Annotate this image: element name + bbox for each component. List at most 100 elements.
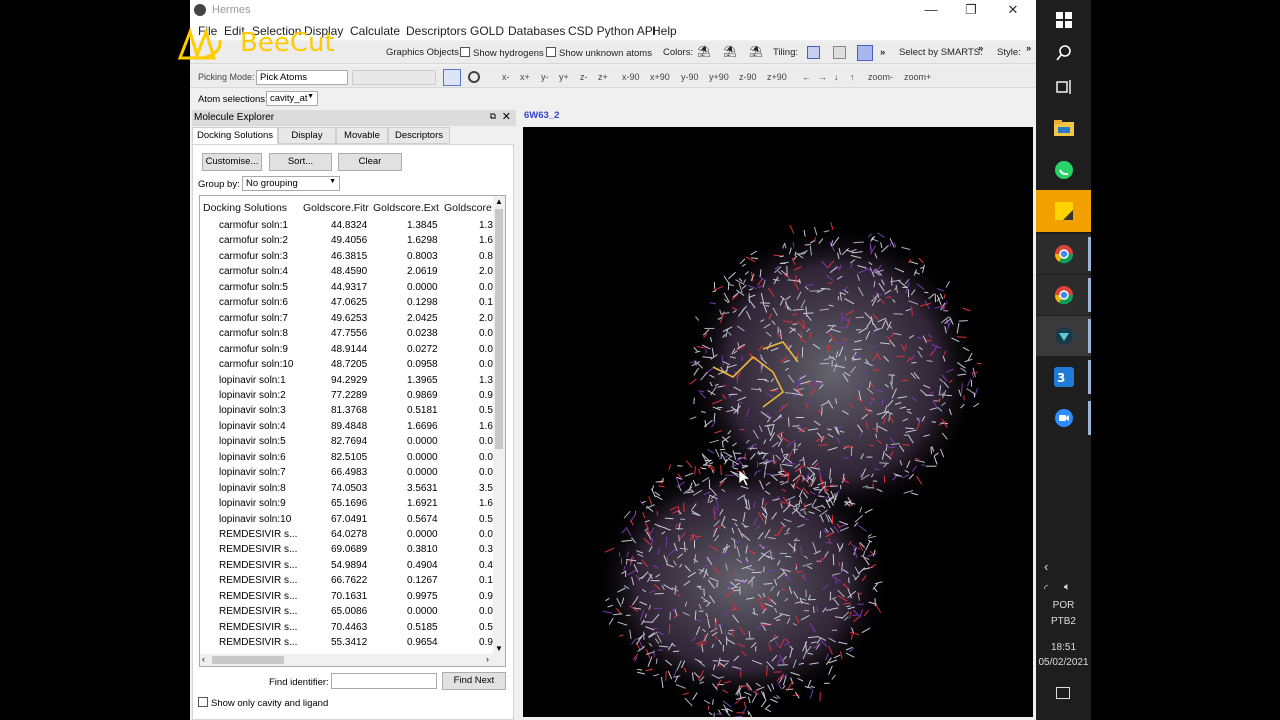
group-by-select[interactable]: No grouping ▼ [242, 176, 340, 191]
file-explorer-icon[interactable] [1036, 108, 1091, 148]
show-only-cavity-checkbox[interactable]: Show only cavity and ligand [198, 697, 328, 709]
table-row[interactable]: lopinavir soln:6 82.5105 0.0000 0.0 [200, 450, 495, 465]
column-header-ext[interactable]: Goldscore.Ext [373, 202, 439, 214]
show-hidden-icons-chevron[interactable]: ‹ [1044, 559, 1048, 574]
color-scheme-icon[interactable]: ⛱ [697, 45, 711, 58]
table-row[interactable]: REMDESIVIR s... 64.0278 0.0000 0.0 [200, 527, 495, 542]
table-row[interactable]: REMDESIVIR s... 70.4463 0.5185 0.5 [200, 620, 495, 635]
volume-icon[interactable]: 🔈︎ [1064, 581, 1071, 594]
rotate-z-plus-90[interactable]: z+90 [767, 72, 787, 82]
table-row[interactable]: carmofur soln:4 48.4590 2.0619 2.0 [200, 264, 495, 279]
molecule-3d-viewer[interactable] [523, 127, 1033, 720]
graphics-objects-button[interactable]: Graphics Objects [386, 47, 459, 58]
table-row[interactable]: carmofur soln:8 47.7556 0.0238 0.0 [200, 326, 495, 341]
menu-csd-python-api[interactable]: CSD Python API [568, 24, 656, 38]
color-scheme-icon[interactable]: ⛱ [723, 45, 737, 58]
maximize-button[interactable]: ❐ [950, 0, 992, 22]
table-row[interactable]: REMDESIVIR s... 66.7622 0.1267 0.1 [200, 573, 495, 588]
table-row[interactable]: carmofur soln:1 44.8324 1.3845 1.3 [200, 218, 495, 233]
find-next-button[interactable]: Find Next [442, 672, 506, 690]
scroll-left-icon[interactable]: ‹ [202, 654, 205, 664]
whatsapp-icon[interactable] [1036, 150, 1091, 190]
scroll-down-icon[interactable]: ▼ [495, 644, 503, 653]
pick-tool-icon[interactable] [443, 69, 461, 86]
hermes-app-icon[interactable] [1036, 316, 1091, 356]
more-icon[interactable]: » [1026, 43, 1031, 54]
menu-gold[interactable]: GOLD [470, 24, 504, 38]
network-icon[interactable]: ◜ [1044, 582, 1048, 595]
close-icon[interactable]: ✕ [502, 110, 511, 123]
more-icon[interactable]: » [978, 43, 983, 54]
move-left-icon[interactable]: ← [802, 72, 811, 82]
move-right-icon[interactable]: → [818, 72, 827, 82]
tab-docking-solutions[interactable]: Docking Solutions [192, 127, 278, 144]
scroll-thumb[interactable] [212, 656, 284, 664]
tab-descriptors[interactable]: Descriptors [388, 127, 450, 144]
show-unknown-atoms-checkbox[interactable]: Show unknown atoms [546, 47, 652, 59]
table-row[interactable]: lopinavir soln:1 94.2929 1.3965 1.3 [200, 373, 495, 388]
scroll-thumb[interactable] [495, 209, 503, 449]
rotate-y-plus-90[interactable]: y+90 [709, 72, 729, 82]
rotate-z-minus[interactable]: z- [580, 72, 588, 82]
rotate-x-plus-90[interactable]: x+90 [650, 72, 670, 82]
horizontal-scrollbar[interactable]: ‹ › [200, 654, 505, 666]
rotate-x-minus-90[interactable]: x-90 [622, 72, 640, 82]
table-row[interactable]: carmofur soln:6 47.0625 0.1298 0.1 [200, 295, 495, 310]
vertical-scrollbar[interactable]: ▲ ▼ [493, 196, 505, 654]
zoom-in-button[interactable]: zoom+ [904, 72, 931, 82]
search-icon[interactable] [468, 71, 480, 83]
picking-mode-select[interactable]: Pick Atoms [256, 70, 348, 85]
table-row[interactable]: REMDESIVIR s... 70.1631 0.9975 0.9 [200, 589, 495, 604]
tiling-grid-icon[interactable] [807, 46, 820, 59]
viewer-tab[interactable]: 6W63_2 [524, 110, 559, 121]
rotate-x-minus[interactable]: x- [502, 72, 510, 82]
language-indicator[interactable]: POR [1036, 600, 1091, 611]
rotate-y-minus[interactable]: y- [541, 72, 549, 82]
table-row[interactable]: carmofur soln:5 44.9317 0.0000 0.0 [200, 280, 495, 295]
rotate-y-plus[interactable]: y+ [559, 72, 569, 82]
minimize-button[interactable]: — [910, 0, 952, 22]
more-icon[interactable]: » [880, 47, 885, 58]
move-down-icon[interactable]: ↓ [834, 72, 839, 82]
zoom-out-button[interactable]: zoom- [868, 72, 893, 82]
menu-help[interactable]: Help [652, 24, 677, 38]
menu-databases[interactable]: Databases [508, 24, 565, 38]
tab-movable[interactable]: Movable [336, 127, 388, 144]
table-row[interactable]: REMDESIVIR s... 54.9894 0.4904 0.4 [200, 558, 495, 573]
move-up-icon[interactable]: ↑ [850, 72, 855, 82]
sticky-notes-icon[interactable] [1036, 190, 1091, 232]
tiling-grid-icon[interactable] [857, 45, 873, 61]
rotate-y-minus-90[interactable]: y-90 [681, 72, 699, 82]
table-row[interactable]: lopinavir soln:7 66.4983 0.0000 0.0 [200, 465, 495, 480]
column-header-fitness[interactable]: Goldscore.Fitr [303, 202, 369, 214]
close-button[interactable]: ✕ [992, 0, 1034, 22]
table-row[interactable]: REMDESIVIR s... 55.3412 0.9654 0.9 [200, 635, 495, 650]
rotate-z-minus-90[interactable]: z-90 [739, 72, 757, 82]
table-row[interactable]: REMDESIVIR s... 65.0086 0.0000 0.0 [200, 604, 495, 619]
rotate-x-plus[interactable]: x+ [520, 72, 530, 82]
table-row[interactable]: carmofur soln:3 46.3815 0.8003 0.8 [200, 249, 495, 264]
table-row[interactable]: lopinavir soln:9 65.1696 1.6921 1.6 [200, 496, 495, 511]
table-row[interactable]: carmofur soln:2 49.4056 1.6298 1.6 [200, 233, 495, 248]
show-hydrogens-checkbox[interactable]: Show hydrogens [460, 47, 544, 59]
table-row[interactable]: lopinavir soln:4 89.4848 1.6696 1.6 [200, 419, 495, 434]
clock-date[interactable]: 05/02/2021 [1036, 657, 1091, 668]
notifications-icon[interactable] [1056, 687, 1070, 699]
find-identifier-input[interactable] [331, 673, 437, 689]
select-by-smarts-label[interactable]: Select by SMARTS: [899, 47, 983, 58]
table-row[interactable]: lopinavir soln:8 74.0503 3.5631 3.5 [200, 481, 495, 496]
rotate-z-plus[interactable]: z+ [598, 72, 608, 82]
table-row[interactable]: lopinavir soln:10 67.0491 0.5674 0.5 [200, 512, 495, 527]
clear-button[interactable]: Clear [338, 153, 402, 171]
smarts-input[interactable] [352, 70, 436, 85]
task-view-icon[interactable] [1036, 67, 1091, 107]
table-row[interactable]: carmofur soln:9 48.9144 0.0272 0.0 [200, 342, 495, 357]
zoom-app-icon[interactable] [1036, 398, 1091, 438]
3d-app-icon[interactable]: 3 [1036, 357, 1091, 397]
column-header-goldscore[interactable]: Goldscore [444, 202, 492, 214]
customise-button[interactable]: Customise... [202, 153, 262, 171]
scroll-right-icon[interactable]: › [486, 654, 489, 664]
sort-button[interactable]: Sort... [269, 153, 332, 171]
color-scheme-icon[interactable]: ⛱ [749, 45, 763, 58]
scroll-up-icon[interactable]: ▲ [495, 197, 503, 206]
